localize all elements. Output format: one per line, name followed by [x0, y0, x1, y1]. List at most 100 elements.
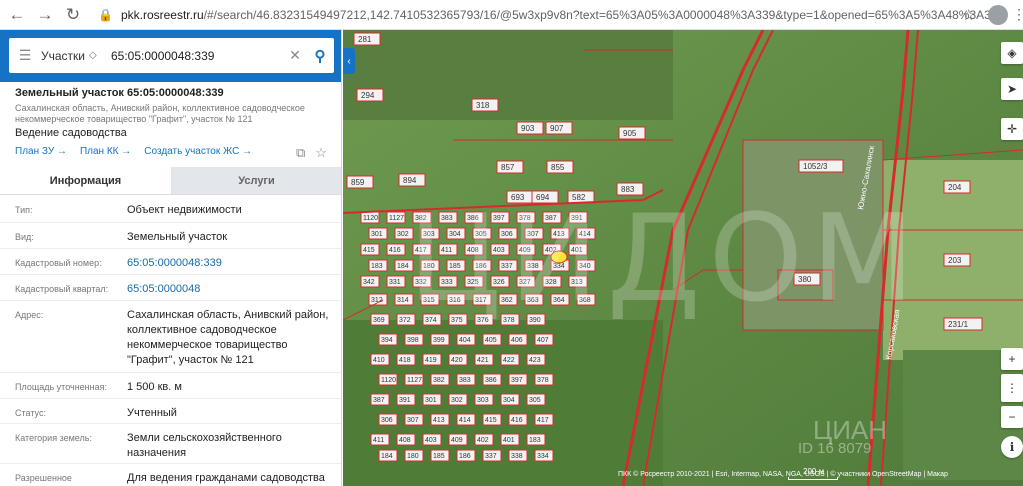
- menu-icon[interactable]: ☰: [9, 47, 41, 64]
- parcel-tag[interactable]: 331: [386, 275, 406, 288]
- parcel-tag[interactable]: 391: [396, 393, 416, 406]
- parcel-tag[interactable]: 386: [482, 373, 502, 386]
- browser-menu-icon[interactable]: ⋮: [1012, 6, 1023, 23]
- chevron-down-icon[interactable]: ◇: [89, 50, 111, 61]
- parcel-tag[interactable]: 303: [474, 393, 494, 406]
- info-value: Земельный участок: [127, 231, 228, 243]
- zoom-in-button[interactable]: +: [1001, 348, 1023, 370]
- tab-information[interactable]: Информация: [0, 167, 171, 194]
- parcel-tag[interactable]: 301: [368, 227, 388, 240]
- parcel-tag[interactable]: 407: [534, 333, 554, 346]
- parcel-tag[interactable]: 411: [370, 433, 390, 446]
- parcel-tag[interactable]: 408: [396, 433, 416, 446]
- parcel-tag[interactable]: 417: [534, 413, 554, 426]
- cadastral-number-link[interactable]: 65:05:0000048:339: [127, 256, 337, 271]
- parcel-tag[interactable]: 180: [404, 449, 424, 462]
- parcel-tag[interactable]: 403: [422, 433, 442, 446]
- parcel-number: 409: [451, 437, 463, 444]
- layers-icon[interactable]: ◈: [1001, 42, 1023, 64]
- bookmark-star-icon[interactable]: ☆: [962, 6, 975, 24]
- parcel-tag[interactable]: 304: [500, 393, 520, 406]
- parcel-tag[interactable]: 305: [526, 393, 546, 406]
- parcel-tag[interactable]: 423: [526, 353, 546, 366]
- satellite-map[interactable]: 294 281 318 903 907 905 857 855 859 894 693 694 582 8…: [343, 30, 1023, 486]
- info-row-permitted-use: Разрешенное Для ведения гражданами садов…: [0, 464, 341, 486]
- collapse-panel-button[interactable]: ‹: [343, 48, 355, 74]
- parcel-tag[interactable]: 337: [482, 449, 502, 462]
- parcel-tag[interactable]: 369: [370, 313, 390, 326]
- parcel-tag[interactable]: 421: [474, 353, 494, 366]
- zoom-to-icon[interactable]: ⧉: [296, 145, 305, 161]
- zoom-out-button[interactable]: −: [1001, 406, 1023, 428]
- parcel-tag[interactable]: 183: [368, 259, 388, 272]
- parcel-tag[interactable]: 302: [448, 393, 468, 406]
- parcel-tag[interactable]: 418: [396, 353, 416, 366]
- parcel-tag[interactable]: 416: [508, 413, 528, 426]
- address-bar[interactable]: pkk.rosreestr.ru/#/search/46.83231549497…: [121, 8, 1004, 22]
- plan-kk-link[interactable]: План КК →: [80, 146, 131, 157]
- navigation-icon[interactable]: ➤: [1001, 78, 1023, 100]
- parcel-tag[interactable]: 397: [508, 373, 528, 386]
- parcel-tag[interactable]: 409: [448, 433, 468, 446]
- parcel-tag[interactable]: 312: [368, 293, 388, 306]
- parcel-tag[interactable]: 382: [430, 373, 450, 386]
- parcel-tag[interactable]: 383: [456, 373, 476, 386]
- search-input[interactable]: 65:05:0000048:339: [111, 49, 284, 63]
- parcel-tag[interactable]: 404: [456, 333, 476, 346]
- create-zs-link[interactable]: Создать участок ЖС →: [144, 146, 252, 157]
- parcel-number: 231/1: [948, 320, 969, 329]
- parcel-tag[interactable]: 419: [422, 353, 442, 366]
- parcel-tag[interactable]: 1127: [386, 211, 406, 224]
- parcel-tag[interactable]: 184: [378, 449, 398, 462]
- info-label: Категория земель:: [15, 433, 92, 443]
- reload-icon[interactable]: ↻: [62, 4, 84, 26]
- info-row-address: Адрес: Сахалинская область, Анивский рай…: [0, 301, 341, 373]
- parcel-tag[interactable]: 399: [430, 333, 450, 346]
- parcel-tag[interactable]: 378: [534, 373, 554, 386]
- tab-services[interactable]: Услуги: [171, 167, 341, 194]
- forward-arrow-icon[interactable]: →: [34, 4, 56, 26]
- parcel-tag[interactable]: 394: [378, 333, 398, 346]
- parcel-tag[interactable]: 422: [500, 353, 520, 366]
- parcel-tag[interactable]: 387: [370, 393, 390, 406]
- parcel-tag[interactable]: 306: [378, 413, 398, 426]
- parcel-tag[interactable]: 405: [482, 333, 502, 346]
- parcel-tag[interactable]: 414: [456, 413, 476, 426]
- search-icon[interactable]: ⚲: [306, 47, 334, 65]
- parcel-tag[interactable]: 398: [404, 333, 424, 346]
- info-icon[interactable]: ℹ: [1001, 436, 1023, 458]
- parcel-tag[interactable]: 413: [430, 413, 450, 426]
- zoom-slider[interactable]: ⋮: [1001, 374, 1023, 402]
- parcel-tag[interactable]: 420: [448, 353, 468, 366]
- avatar[interactable]: [988, 5, 1008, 25]
- favorite-star-icon[interactable]: ☆: [315, 145, 327, 161]
- clear-icon[interactable]: ✕: [284, 47, 306, 64]
- parcel-tag[interactable]: 1120: [378, 373, 398, 386]
- parcel-tag[interactable]: 185: [430, 449, 450, 462]
- parcel-tag[interactable]: 415: [482, 413, 502, 426]
- parcel-tag[interactable]: 307: [404, 413, 424, 426]
- object-type-select[interactable]: Участки: [41, 49, 89, 63]
- parcel-tag[interactable]: 415: [360, 243, 380, 256]
- parcel-tag[interactable]: 334: [534, 449, 554, 462]
- parcel-tag[interactable]: 402: [474, 433, 494, 446]
- parcel-number: 421: [477, 357, 489, 364]
- parcel-tag[interactable]: 301: [422, 393, 442, 406]
- parcel-tag[interactable]: 186: [456, 449, 476, 462]
- parcel-tag[interactable]: 410: [370, 353, 390, 366]
- back-arrow-icon[interactable]: ←: [6, 4, 28, 26]
- parcel-number: 303: [477, 397, 489, 404]
- measure-icon[interactable]: ✛: [1001, 118, 1023, 140]
- cadastral-quarter-link[interactable]: 65:05:0000048: [127, 282, 337, 297]
- info-row-type: Тип: Объект недвижимости: [0, 196, 341, 223]
- parcel-tag[interactable]: 1120: [360, 211, 380, 224]
- parcel-tag[interactable]: 1127: [404, 373, 424, 386]
- plan-zu-link[interactable]: План ЗУ →: [15, 146, 67, 157]
- parcel-tag[interactable]: 342: [360, 275, 380, 288]
- parcel-tag[interactable]: 401: [500, 433, 520, 446]
- parcel-tag[interactable]: 338: [508, 449, 528, 462]
- info-label: Кадастровый номер:: [15, 258, 102, 268]
- parcel-tag[interactable]: 406: [508, 333, 528, 346]
- parcel-tag[interactable]: 183: [526, 433, 546, 446]
- parcel-tag[interactable]: 416: [386, 243, 406, 256]
